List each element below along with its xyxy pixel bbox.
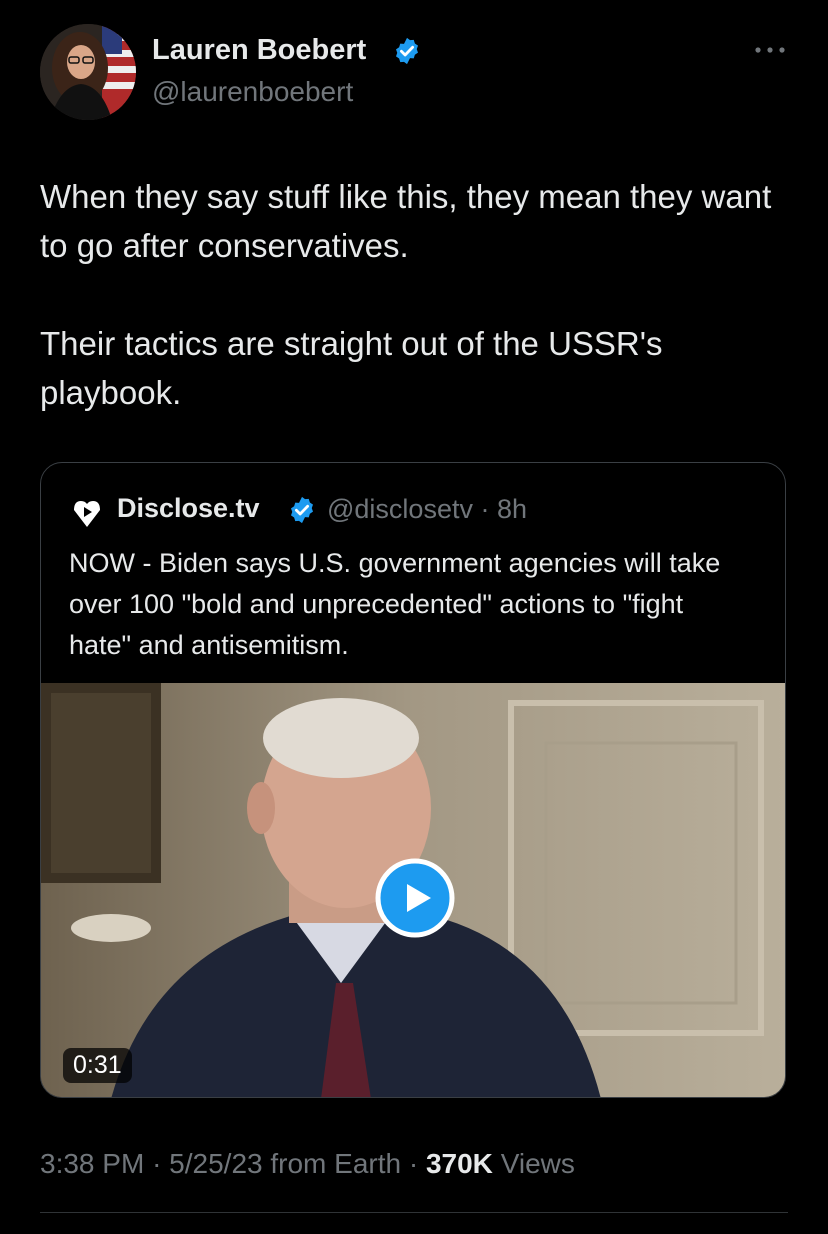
- verified-badge-icon: [396, 37, 418, 65]
- video-duration: 0:31: [63, 1048, 132, 1083]
- tweet-paragraph: When they say stuff like this, they mean…: [40, 178, 772, 264]
- author-handle[interactable]: @laurenboebert: [152, 76, 353, 108]
- quoted-tweet-text: NOW - Biden says U.S. government agencie…: [69, 548, 721, 660]
- quoted-handle[interactable]: @disclosetv: [327, 494, 473, 524]
- meta-separator: ·: [152, 1148, 170, 1179]
- views-label: Views: [500, 1148, 575, 1179]
- quoted-display-name[interactable]: Disclose.tv: [117, 493, 260, 524]
- meta-separator: ·: [408, 1148, 426, 1179]
- tweet-text: When they say stuff like this, they mean…: [40, 172, 780, 417]
- tweet-metadata: 3:38 PM · 5/25/23 from Earth · 370K View…: [40, 1148, 575, 1180]
- quoted-meta: @disclosetv · 8h: [327, 494, 527, 525]
- avatar-image: [40, 24, 136, 120]
- divider: [40, 1212, 788, 1213]
- tweet-paragraph: Their tactics are straight out of the US…: [40, 325, 663, 411]
- tweet-date[interactable]: 5/25/23: [169, 1148, 262, 1179]
- play-icon[interactable]: [375, 858, 455, 938]
- author-avatar[interactable]: [40, 24, 136, 120]
- author-display-name[interactable]: Lauren Boebert: [152, 34, 366, 67]
- more-horizontal-icon[interactable]: [752, 40, 788, 60]
- quoted-tweet-card[interactable]: Disclose.tv @disclosetv · 8h NOW - Biden…: [40, 462, 786, 1098]
- tweet-time[interactable]: 3:38 PM: [40, 1148, 144, 1179]
- views-count[interactable]: 370K: [426, 1148, 493, 1179]
- video-player[interactable]: 0:31: [41, 683, 785, 1097]
- disclosetv-logo-icon: [74, 501, 100, 527]
- quoted-verified-badge-icon: [291, 496, 313, 524]
- meta-separator: ·: [480, 494, 490, 524]
- quoted-age: 8h: [497, 494, 528, 524]
- tweet-source: from Earth: [270, 1148, 402, 1179]
